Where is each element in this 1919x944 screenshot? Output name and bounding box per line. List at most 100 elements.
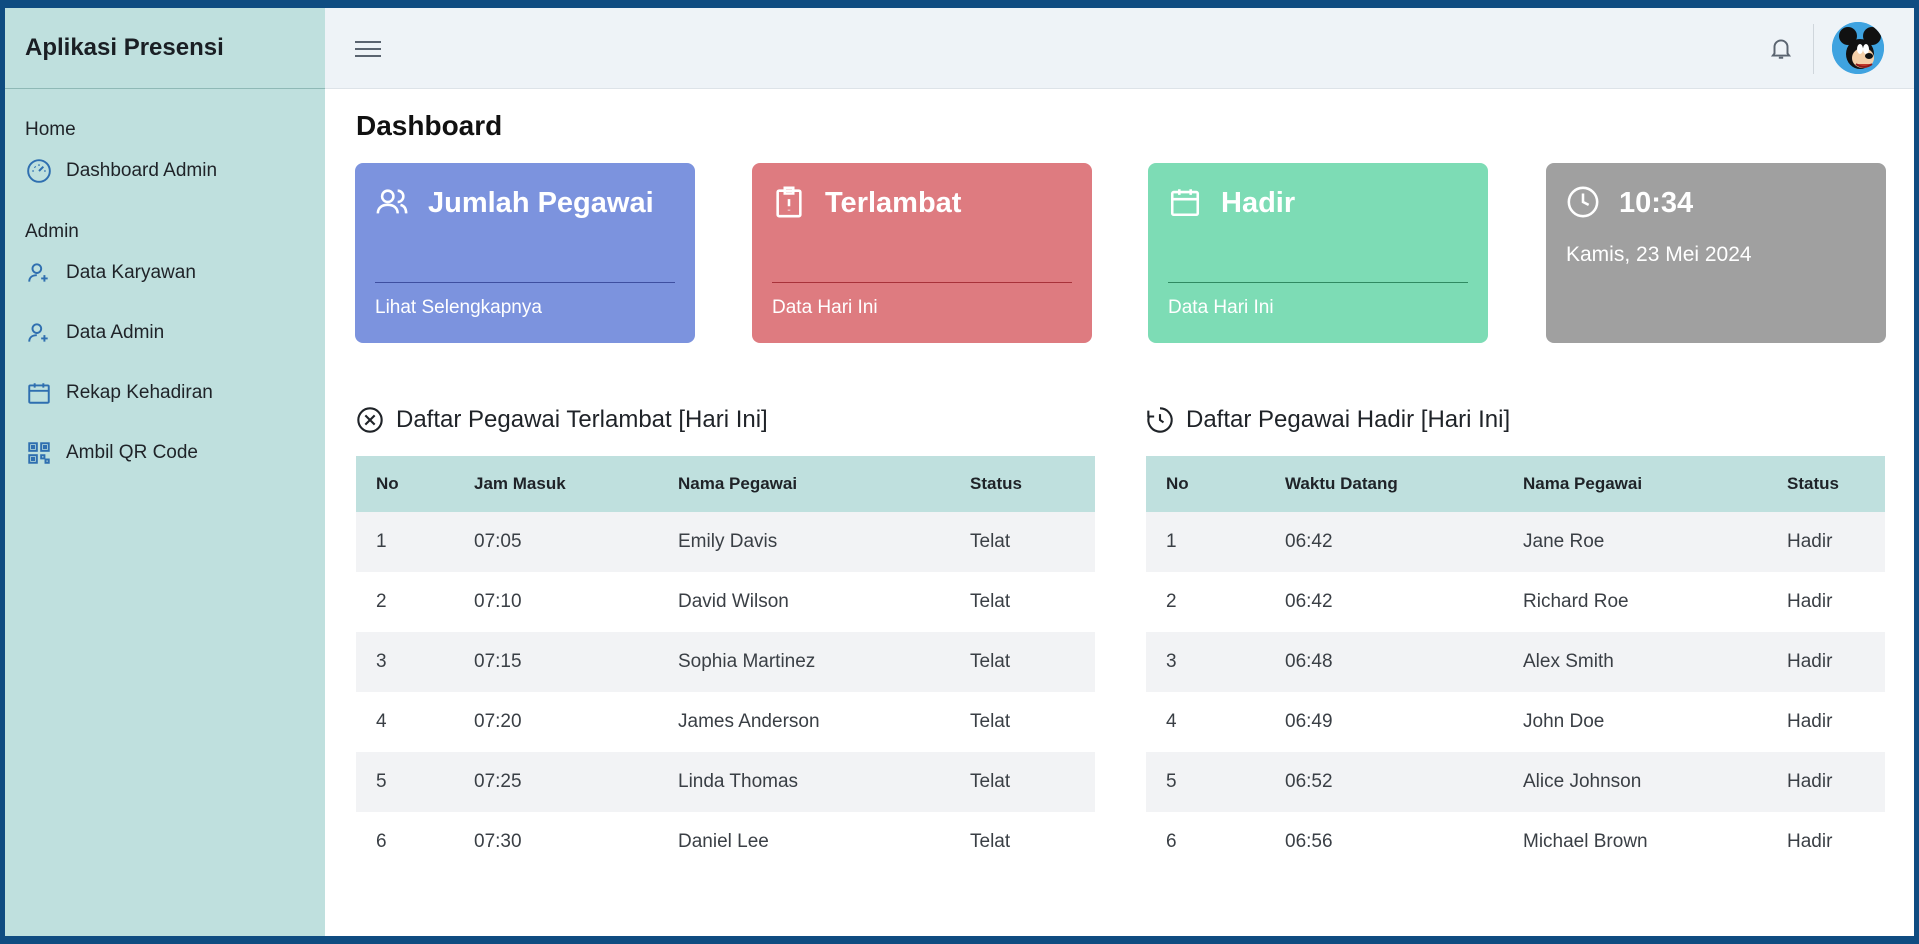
table-row: 4 06:49 John Doe Hadir: [1146, 692, 1885, 752]
cell-status: Hadir: [1767, 572, 1885, 632]
cell-name: John Doe: [1503, 692, 1767, 752]
section-title: Daftar Pegawai Hadir [Hari Ini]: [1186, 406, 1511, 433]
main-content: Dashboard Jumlah Pegawai Lihat Selengkap…: [325, 88, 1914, 936]
sidebar-item-dashboard-admin[interactable]: Dashboard Admin: [5, 151, 325, 191]
cell-status: Hadir: [1767, 692, 1885, 752]
cell-name: Alex Smith: [1503, 632, 1767, 692]
cell-status: Telat: [950, 692, 1095, 752]
sidebar-item-label: Data Karyawan: [66, 262, 196, 283]
cell-name: James Anderson: [658, 692, 950, 752]
page-title: Dashboard: [356, 110, 503, 141]
cell-status: Telat: [950, 812, 1095, 872]
cell-status: Hadir: [1767, 632, 1885, 692]
card-hadir: Hadir Data Hari Ini: [1148, 163, 1488, 343]
cell-time: 07:10: [454, 572, 658, 632]
column-header: Waktu Datang: [1265, 456, 1503, 512]
user-add-icon: [25, 319, 53, 347]
topbar-divider: [1813, 24, 1814, 74]
clock-date: Kamis, 23 Mei 2024: [1566, 243, 1752, 266]
cell-no: 1: [1146, 512, 1265, 572]
sidebar-item-data-admin[interactable]: Data Admin: [5, 313, 325, 353]
sidebar-item-ambil-qr-code[interactable]: Ambil QR Code: [5, 433, 325, 473]
column-header: No: [1146, 456, 1265, 512]
present-table-heading: Daftar Pegawai Hadir [Hari Ini]: [1146, 406, 1510, 434]
column-header: Status: [1767, 456, 1885, 512]
card-divider: [1168, 282, 1468, 283]
late-table: No Jam Masuk Nama Pegawai Status 1 07:05 E…: [356, 456, 1095, 872]
topbar: [325, 8, 1914, 89]
sidebar: Aplikasi Presensi Home Dashboard Admin A…: [5, 8, 325, 936]
cell-status: Hadir: [1767, 512, 1885, 572]
cell-time: 07:20: [454, 692, 658, 752]
column-header: Jam Masuk: [454, 456, 658, 512]
cell-status: Hadir: [1767, 812, 1885, 872]
cell-name: Linda Thomas: [658, 752, 950, 812]
cell-status: Hadir: [1767, 752, 1885, 812]
table-row: 6 06:56 Michael Brown Hadir: [1146, 812, 1885, 872]
sidebar-section-home: Home: [25, 119, 76, 140]
sidebar-item-rekap-kehadiran[interactable]: Rekap Kehadiran: [5, 373, 325, 413]
cell-no: 4: [356, 692, 454, 752]
cell-time: 06:42: [1265, 512, 1503, 572]
card-divider: [375, 282, 675, 283]
card-clock: 10:34 Kamis, 23 Mei 2024: [1546, 163, 1886, 343]
column-header: Nama Pegawai: [658, 456, 950, 512]
cell-no: 5: [356, 752, 454, 812]
app-window: Aplikasi Presensi Home Dashboard Admin A…: [5, 8, 1914, 936]
cell-name: Jane Roe: [1503, 512, 1767, 572]
table-row: 2 06:42 Richard Roe Hadir: [1146, 572, 1885, 632]
card-divider: [772, 282, 1072, 283]
table-row: 1 06:42 Jane Roe Hadir: [1146, 512, 1885, 572]
dashboard-gauge-icon: [25, 157, 53, 185]
table-header-row: No Jam Masuk Nama Pegawai Status: [356, 456, 1095, 512]
present-table: No Waktu Datang Nama Pegawai Status 1 06:…: [1146, 456, 1885, 872]
table-row: 3 06:48 Alex Smith Hadir: [1146, 632, 1885, 692]
cell-no: 3: [356, 632, 454, 692]
clipboard-alert-icon: [772, 185, 806, 219]
sidebar-item-data-karyawan[interactable]: Data Karyawan: [5, 253, 325, 293]
x-circle-icon: [356, 406, 384, 434]
cell-name: Alice Johnson: [1503, 752, 1767, 812]
table-header-row: No Waktu Datang Nama Pegawai Status: [1146, 456, 1885, 512]
cell-no: 3: [1146, 632, 1265, 692]
cell-status: Telat: [950, 572, 1095, 632]
sidebar-item-label: Ambil QR Code: [66, 442, 198, 463]
cell-time: 07:30: [454, 812, 658, 872]
sidebar-item-label: Dashboard Admin: [66, 160, 218, 181]
cell-name: David Wilson: [658, 572, 950, 632]
table-row: 6 07:30 Daniel Lee Telat: [356, 812, 1095, 872]
cell-time: 07:25: [454, 752, 658, 812]
card-jumlah-pegawai: Jumlah Pegawai Lihat Selengkapnya: [355, 163, 695, 343]
card-footer: Data Hari Ini: [772, 297, 878, 318]
column-header: Nama Pegawai: [1503, 456, 1767, 512]
cell-time: 06:48: [1265, 632, 1503, 692]
cell-status: Telat: [950, 752, 1095, 812]
cell-name: Daniel Lee: [658, 812, 950, 872]
cell-no: 1: [356, 512, 454, 572]
clock-icon: [1566, 185, 1600, 219]
cell-no: 6: [356, 812, 454, 872]
table-row: 1 07:05 Emily Davis Telat: [356, 512, 1095, 572]
card-terlambat: Terlambat Data Hari Ini: [752, 163, 1092, 343]
table-row: 3 07:15 Sophia Martinez Telat: [356, 632, 1095, 692]
table-row: 5 06:52 Alice Johnson Hadir: [1146, 752, 1885, 812]
card-title: Jumlah Pegawai: [428, 187, 654, 219]
cell-name: Emily Davis: [658, 512, 950, 572]
card-title: Hadir: [1221, 187, 1296, 219]
card-title: Terlambat: [825, 187, 962, 219]
cell-no: 5: [1146, 752, 1265, 812]
calendar-icon: [1168, 185, 1202, 219]
clock-history-icon: [1146, 406, 1174, 434]
hamburger-icon[interactable]: [355, 36, 381, 60]
card-footer: Data Hari Ini: [1168, 297, 1274, 318]
sidebar-item-label: Data Admin: [66, 322, 165, 343]
avatar[interactable]: [1832, 22, 1884, 74]
cell-no: 2: [356, 572, 454, 632]
bell-icon[interactable]: [1768, 35, 1794, 61]
cell-no: 6: [1146, 812, 1265, 872]
card-link-lihat-selengkapnya[interactable]: Lihat Selengkapnya: [375, 297, 542, 319]
cell-name: Sophia Martinez: [658, 632, 950, 692]
calendar-icon: [25, 379, 53, 407]
qr-code-icon: [25, 439, 53, 467]
cell-time: 06:56: [1265, 812, 1503, 872]
